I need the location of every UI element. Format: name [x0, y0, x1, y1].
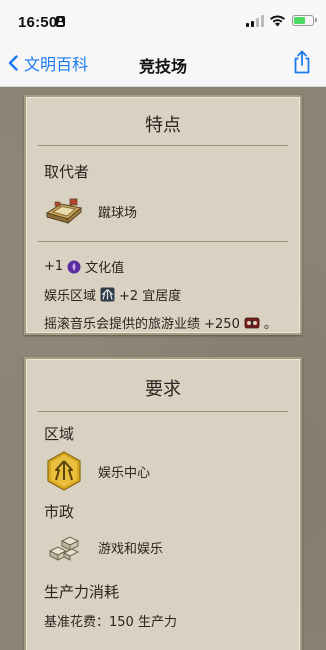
tourism-text-suffix: 。	[263, 317, 277, 332]
civic-item[interactable]: 游戏和娱乐	[44, 529, 163, 565]
culture-row: +1 文化值	[44, 257, 124, 276]
content-area[interactable]: 特点 取代者 蹴球场 +1 文化值 娱乐区域 +2 宜居度 摇滚音乐会提供的旅游…	[0, 87, 326, 650]
status-time: 16:50	[18, 14, 58, 31]
cellular-signal-icon	[246, 15, 264, 27]
entertainment-district-label: 娱乐区域	[44, 289, 97, 304]
amenities-text: +2 宜居度	[119, 289, 182, 304]
production-cost-row: 基准花费：150 生产力	[44, 611, 177, 630]
features-panel: 特点 取代者 蹴球场 +1 文化值 娱乐区域 +2 宜居度 摇滚音乐会提供的旅游…	[24, 95, 302, 335]
entertainment-district-icon	[100, 287, 115, 302]
stadium-icon	[45, 198, 83, 225]
replaced-by-item[interactable]: 蹴球场	[44, 193, 137, 229]
page-title: 竞技场	[138, 57, 187, 76]
requirements-panel: 要求 区域 娱乐中心 市政 游戏和娱乐 生产力消耗 基准花费：150 生产力	[24, 357, 302, 650]
culture-label: 文化值	[85, 261, 125, 276]
production-cost-text: 基准花费：150 生产力	[44, 615, 177, 630]
battery-icon	[292, 15, 317, 26]
tourism-text: 摇滚音乐会提供的旅游业绩 +250	[44, 317, 240, 332]
status-bar: 16:50	[0, 0, 326, 40]
district-item[interactable]: 娱乐中心	[44, 451, 150, 491]
amenities-row: 娱乐区域 +2 宜居度	[44, 285, 181, 304]
games-and-recreation-icon	[48, 536, 80, 561]
production-cost-label: 生产力消耗	[44, 583, 120, 601]
divider	[38, 411, 288, 412]
divider	[38, 145, 288, 146]
civic-label: 市政	[44, 503, 75, 521]
person-icon	[56, 16, 65, 27]
replaced-by-label: 取代者	[44, 163, 90, 181]
share-icon[interactable]	[292, 50, 312, 74]
requirements-header: 要求	[145, 379, 181, 400]
top-bar: 16:50 文明百科 竞技场	[0, 0, 326, 87]
civic-item-label: 游戏和娱乐	[98, 541, 164, 557]
culture-amount: +1	[44, 259, 64, 274]
divider	[38, 241, 288, 242]
features-header: 特点	[145, 115, 181, 136]
navigation-bar: 文明百科 竞技场	[0, 42, 326, 84]
rock-band-icon	[244, 317, 260, 328]
tourism-row: 摇滚音乐会提供的旅游业绩 +250 。	[44, 313, 277, 332]
replaced-by-item-label: 蹴球场	[98, 205, 138, 221]
district-item-label: 娱乐中心	[98, 465, 151, 481]
culture-icon	[67, 260, 81, 273]
district-label: 区域	[44, 425, 75, 443]
wifi-icon	[270, 15, 285, 27]
entertainment-complex-icon	[47, 451, 81, 491]
